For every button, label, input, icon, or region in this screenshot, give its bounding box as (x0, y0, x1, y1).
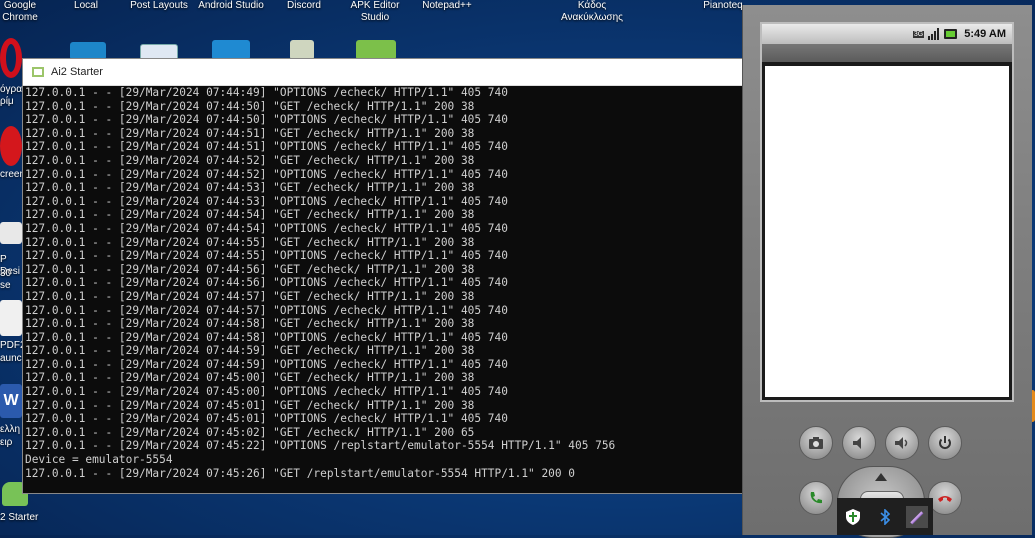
desktop-icon-recycle-bin-label[interactable]: Κάδος Ανακύκλωσης (552, 0, 632, 24)
android-emulator: 3G 5:49 AM (742, 5, 1032, 538)
pen-tray-icon[interactable] (906, 505, 928, 528)
ai2-starter-window[interactable]: Ai2 Starter 127.0.0.1 - - [29/Mar/2024 0… (22, 58, 744, 494)
dpad-up-icon (875, 473, 887, 481)
defender-tray-icon[interactable] (842, 506, 864, 528)
app-title-bar (762, 44, 1012, 62)
console-line: 127.0.0.1 - - [29/Mar/2024 07:44:59] "GE… (25, 344, 475, 358)
console-line: 127.0.0.1 - - [29/Mar/2024 07:44:56] "OP… (25, 276, 508, 290)
left-label-ai2-starter[interactable]: 2 Starter (0, 512, 40, 524)
console-output[interactable]: 127.0.0.1 - - [29/Mar/2024 07:44:49] "OP… (23, 86, 743, 492)
console-line: 127.0.0.1 - - [29/Mar/2024 07:44:57] "OP… (25, 303, 508, 317)
phone-green-icon (810, 492, 822, 504)
bluetooth-tray-icon[interactable] (874, 506, 896, 528)
console-line: 127.0.0.1 - - [29/Mar/2024 07:44:51] "OP… (25, 140, 508, 154)
console-line: 127.0.0.1 - - [29/Mar/2024 07:44:50] "GE… (25, 99, 475, 113)
left-label-6: aunch (0, 353, 28, 364)
phone-screen[interactable]: 3G 5:49 AM (760, 22, 1014, 402)
console-line: 127.0.0.1 - - [29/Mar/2024 07:44:51] "GE… (25, 126, 475, 140)
signal-icon (928, 25, 940, 44)
left-icon-device[interactable] (0, 222, 22, 244)
console-line: 127.0.0.1 - - [29/Mar/2024 07:44:59] "OP… (25, 357, 508, 371)
status-time-ampm: AM (988, 28, 1006, 40)
console-line: 127.0.0.1 - - [29/Mar/2024 07:44:58] "OP… (25, 330, 508, 344)
console-line: 127.0.0.1 - - [29/Mar/2024 07:45:01] "OP… (25, 412, 508, 426)
left-icon-red[interactable] (0, 126, 22, 166)
network-type: 3G (912, 30, 925, 38)
desktop-icon-pianoteq-label[interactable]: Pianoteq (698, 0, 748, 12)
console-line: 127.0.0.1 - - [29/Mar/2024 07:44:57] "GE… (25, 289, 475, 303)
console-line: 127.0.0.1 - - [29/Mar/2024 07:44:53] "GE… (25, 181, 475, 195)
power-button[interactable] (928, 426, 962, 460)
android-status-bar: 3G 5:49 AM (762, 24, 1012, 44)
console-line: Device = emulator-5554 (25, 453, 173, 467)
console-line: 127.0.0.1 - - [29/Mar/2024 07:44:55] "GE… (25, 235, 475, 249)
console-line: 127.0.0.1 - - [29/Mar/2024 07:44:53] "OP… (25, 194, 508, 208)
console-line: 127.0.0.1 - - [29/Mar/2024 07:44:55] "OP… (25, 249, 508, 263)
word-icon[interactable]: W (0, 384, 22, 418)
left-label-1: όγρα ρίμ (0, 84, 23, 107)
console-line: 127.0.0.1 - - [29/Mar/2024 07:44:50] "OP… (25, 113, 508, 127)
left-label-7: ελλη (0, 424, 21, 435)
vscode-icon[interactable] (212, 40, 250, 60)
battery-icon (944, 25, 958, 44)
ai2-app-icon (31, 65, 45, 79)
volume-down-button[interactable] (842, 426, 876, 460)
console-line: 127.0.0.1 - - [29/Mar/2024 07:44:49] "OP… (25, 86, 508, 99)
desktop-icon-post-layouts-label[interactable]: Post Layouts (126, 0, 192, 12)
system-tray-flyout (837, 498, 933, 535)
console-line: 127.0.0.1 - - [29/Mar/2024 07:45:02] "GE… (25, 425, 475, 439)
left-label-2: creen (0, 169, 26, 180)
console-line: 127.0.0.1 - - [29/Mar/2024 07:45:22] "OP… (25, 439, 616, 453)
console-line: 127.0.0.1 - - [29/Mar/2024 07:44:52] "OP… (25, 167, 508, 181)
console-line: 127.0.0.1 - - [29/Mar/2024 07:45:01] "GE… (25, 398, 475, 412)
grid-app-icon[interactable] (356, 40, 396, 60)
console-line: 127.0.0.1 - - [29/Mar/2024 07:44:54] "GE… (25, 208, 475, 222)
left-label-5: PDF2 (0, 340, 26, 351)
desktop-icon-android-studio-label[interactable]: Android Studio (194, 0, 268, 12)
call-button[interactable] (799, 481, 833, 515)
left-label-4: 30 se (0, 268, 12, 291)
desktop-icon-discord-label[interactable]: Discord (280, 0, 328, 12)
status-time-value: 5:49 (964, 28, 987, 40)
volume-up-icon (895, 437, 908, 449)
power-icon (939, 436, 951, 449)
console-line: 127.0.0.1 - - [29/Mar/2024 07:45:26] "GE… (25, 466, 575, 480)
app-content-area[interactable] (765, 66, 1009, 397)
desktop-icon-local-label[interactable]: Local (60, 0, 112, 12)
console-line: 127.0.0.1 - - [29/Mar/2024 07:44:52] "GE… (25, 153, 475, 167)
end-call-button[interactable] (928, 481, 962, 515)
camera-button[interactable] (799, 426, 833, 460)
left-label-8: ειρ (0, 437, 13, 448)
device-app-icon[interactable] (290, 40, 314, 60)
console-line: 127.0.0.1 - - [29/Mar/2024 07:44:54] "OP… (25, 221, 508, 235)
console-line: 127.0.0.1 - - [29/Mar/2024 07:44:58] "GE… (25, 317, 475, 331)
console-line: 127.0.0.1 - - [29/Mar/2024 07:45:00] "OP… (25, 385, 508, 399)
phone-red-icon (938, 496, 952, 502)
console-line: 127.0.0.1 - - [29/Mar/2024 07:45:00] "GE… (25, 371, 475, 385)
desktop-icon-apk-editor-label[interactable]: APK Editor Studio (344, 0, 406, 24)
console-line: 127.0.0.1 - - [29/Mar/2024 07:44:56] "GE… (25, 262, 475, 276)
opera-icon[interactable] (0, 38, 22, 78)
left-icon-pdf[interactable] (0, 300, 22, 336)
volume-down-icon (853, 437, 861, 449)
status-time: 5:49 AM (964, 28, 1006, 40)
desktop-icon-notepadpp-label[interactable]: Notepad++ (416, 0, 478, 12)
window-titlebar[interactable]: Ai2 Starter (23, 59, 743, 86)
desktop-icon-chrome-label[interactable]: Google Chrome (0, 0, 40, 24)
volume-up-button[interactable] (885, 426, 919, 460)
window-title: Ai2 Starter (51, 66, 103, 78)
camera-icon (809, 437, 823, 449)
